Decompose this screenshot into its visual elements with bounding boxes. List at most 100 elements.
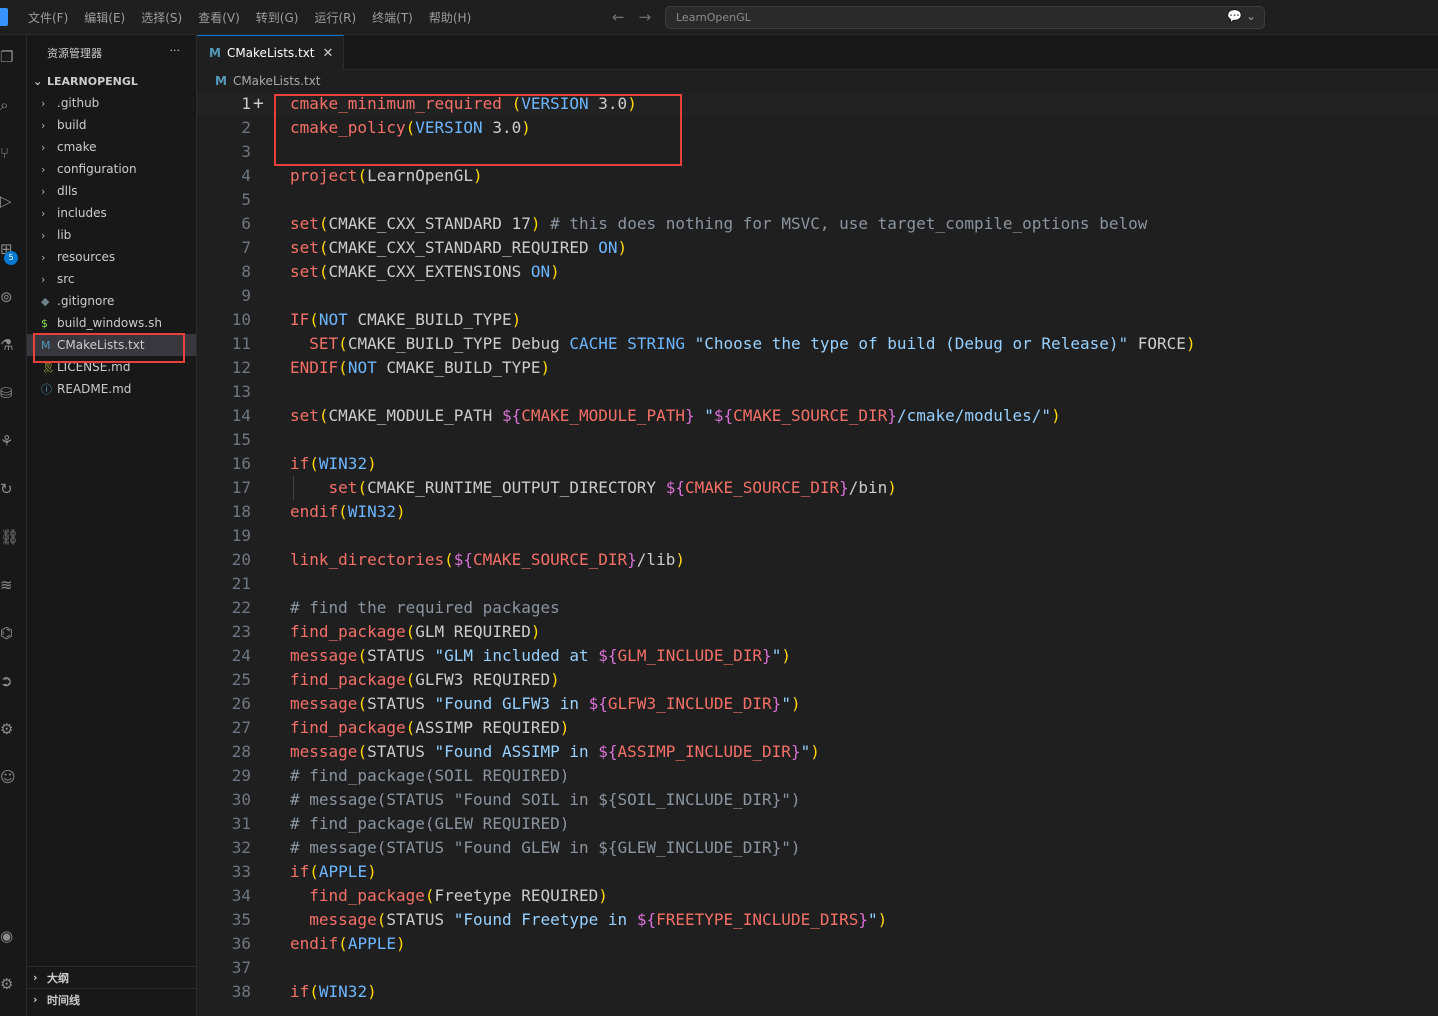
code-line[interactable]: 34 find_package(Freetype REQUIRED) xyxy=(197,884,1438,908)
testing-icon[interactable]: ⚗ xyxy=(0,337,16,353)
remote-icon[interactable]: ⊚ xyxy=(0,289,16,305)
menu-item[interactable]: 运行(R) xyxy=(306,9,364,26)
code-line[interactable]: 12 ENDIF(NOT CMAKE_BUILD_TYPE) xyxy=(197,356,1438,380)
line-number: 2 xyxy=(241,118,251,137)
code-line[interactable]: 37 xyxy=(197,956,1438,980)
tab-bar: M CMakeLists.txt ✕ xyxy=(197,35,1438,70)
layers-icon[interactable]: ≋ xyxy=(0,577,16,593)
breadcrumb[interactable]: M CMakeLists.txt xyxy=(197,70,1438,92)
code-line[interactable]: 21 xyxy=(197,572,1438,596)
tree-folder[interactable]: › lib xyxy=(27,224,196,246)
tree-file[interactable]: ◆ .gitignore xyxy=(27,290,196,312)
copilot-icon[interactable]: ☺ xyxy=(0,769,16,785)
chat-icon[interactable]: 💬 ⌄ xyxy=(1227,9,1256,23)
outline-section[interactable]: › 大纲 xyxy=(27,966,197,988)
code-line[interactable]: 28 message(STATUS "Found ASSIMP in ${ASSI… xyxy=(197,740,1438,764)
search-icon[interactable]: ⌕ xyxy=(0,97,16,113)
account-icon[interactable]: ◉ xyxy=(0,928,16,944)
tree-folder[interactable]: › resources xyxy=(27,246,196,268)
code-line[interactable]: 22 # find the required packages xyxy=(197,596,1438,620)
line-number: 25 xyxy=(231,670,251,689)
code-line[interactable]: 29 # find_package(SOIL REQUIRED) xyxy=(197,764,1438,788)
line-number: 17 xyxy=(231,478,251,497)
code-line[interactable]: 35 message(STATUS "Found Freetype in ${F… xyxy=(197,908,1438,932)
code-line[interactable]: 9 xyxy=(197,284,1438,308)
code-line[interactable]: 27 find_package(ASSIMP REQUIRED) xyxy=(197,716,1438,740)
code-line[interactable]: 38 if(WIN32) xyxy=(197,980,1438,1004)
file-type-icon: $ xyxy=(41,316,48,330)
code-line[interactable]: 6 set(CMAKE_CXX_STANDARD 17) # this does … xyxy=(197,212,1438,236)
code-line[interactable]: 33 if(APPLE) xyxy=(197,860,1438,884)
code-line[interactable]: 23 find_package(GLM REQUIRED) xyxy=(197,620,1438,644)
tree-folder[interactable]: › build xyxy=(27,114,196,136)
code-line[interactable]: 15 xyxy=(197,428,1438,452)
tree-folder[interactable]: › src xyxy=(27,268,196,290)
tab-cmakelists[interactable]: M CMakeLists.txt ✕ xyxy=(197,35,345,70)
arrow-circle-icon[interactable]: ➲ xyxy=(0,673,16,689)
code-text: if(WIN32) xyxy=(290,982,377,1001)
code-line[interactable]: 7 set(CMAKE_CXX_STANDARD_REQUIRED ON) xyxy=(197,236,1438,260)
run-debug-icon[interactable]: ▷ xyxy=(0,193,16,209)
code-line[interactable]: 20 link_directories(${CMAKE_SOURCE_DIR}/l… xyxy=(197,548,1438,572)
code-line[interactable]: 31 # find_package(GLEW REQUIRED) xyxy=(197,812,1438,836)
forward-arrow-icon[interactable]: → xyxy=(639,8,652,26)
docker-icon[interactable]: ⛁ xyxy=(0,385,16,401)
close-icon[interactable]: ✕ xyxy=(323,46,334,61)
tree-folder[interactable]: › dlls xyxy=(27,180,196,202)
code-line[interactable]: 17 set(CMAKE_RUNTIME_OUTPUT_DIRECTORY ${… xyxy=(197,476,1438,500)
settings-sync-icon[interactable]: ⚙ xyxy=(0,721,16,737)
tree-file[interactable]: $ build_windows.sh xyxy=(27,312,196,334)
sidebar-bottom-panels: › 大纲 › 时间线 xyxy=(27,966,197,1010)
code-line[interactable]: 18 endif(WIN32) xyxy=(197,500,1438,524)
tree-folder[interactable]: › includes xyxy=(27,202,196,224)
git-lens-icon[interactable]: ⚘ xyxy=(0,433,16,449)
timeline-section[interactable]: › 时间线 xyxy=(27,988,197,1010)
code-line[interactable]: 24 message(STATUS "GLM included at ${GLM_… xyxy=(197,644,1438,668)
extensions-badge: 5 xyxy=(4,251,18,265)
add-icon[interactable]: + xyxy=(253,92,269,116)
code-line[interactable]: 25 find_package(GLFW3 REQUIRED) xyxy=(197,668,1438,692)
link-icon[interactable]: ⛓ xyxy=(0,529,16,545)
menu-item[interactable]: 终端(T) xyxy=(364,9,421,26)
code-editor[interactable]: 1 cmake_minimum_required (VERSION 3.0) +2 c… xyxy=(197,92,1438,1016)
code-line[interactable]: 8 set(CMAKE_CXX_EXTENSIONS ON) xyxy=(197,260,1438,284)
code-text: SET(CMAKE_BUILD_TYPE Debug CACHE STRING … xyxy=(309,334,1196,353)
live-share-icon[interactable]: ↻ xyxy=(0,481,16,497)
code-text: # message(STATUS "Found GLEW in ${GLEW_I… xyxy=(290,838,801,857)
command-center-search[interactable]: LearnOpenGL 💬 ⌄ xyxy=(665,6,1265,29)
code-line[interactable]: 36 endif(APPLE) xyxy=(197,932,1438,956)
menu-item[interactable]: 文件(F) xyxy=(20,9,76,26)
code-line[interactable]: 14 set(CMAKE_MODULE_PATH ${CMAKE_MODULE_P… xyxy=(197,404,1438,428)
code-line[interactable]: 19 xyxy=(197,524,1438,548)
python-icon[interactable]: ⌬ xyxy=(0,625,16,641)
tree-folder[interactable]: › configuration xyxy=(27,158,196,180)
code-line[interactable]: 10 IF(NOT CMAKE_BUILD_TYPE) xyxy=(197,308,1438,332)
explorer-icon[interactable]: ❐ xyxy=(0,49,16,65)
line-number: 13 xyxy=(231,382,251,401)
code-line[interactable]: 13 xyxy=(197,380,1438,404)
code-text: # find the required packages xyxy=(290,598,560,617)
tree-folder[interactable]: › .github xyxy=(27,92,196,114)
menu-item[interactable]: 帮助(H) xyxy=(421,9,479,26)
tree-item-label: .github xyxy=(57,96,100,110)
code-line[interactable]: 4 project(LearnOpenGL) xyxy=(197,164,1438,188)
menu-item[interactable]: 查看(V) xyxy=(190,9,248,26)
menu-item[interactable]: 选择(S) xyxy=(133,9,190,26)
tree-file[interactable]: ⓘ README.md xyxy=(27,378,196,400)
code-line[interactable]: 11 SET(CMAKE_BUILD_TYPE Debug CACHE STRI… xyxy=(197,332,1438,356)
code-line[interactable]: 26 message(STATUS "Found GLFW3 in ${GLFW3… xyxy=(197,692,1438,716)
code-line[interactable]: 30 # message(STATUS "Found SOIL in ${SOIL… xyxy=(197,788,1438,812)
workspace-folder[interactable]: ⌄ LEARNOPENGL xyxy=(27,70,196,92)
tree-folder[interactable]: › cmake xyxy=(27,136,196,158)
back-arrow-icon[interactable]: ← xyxy=(612,8,625,26)
manage-gear-icon[interactable]: ⚙ xyxy=(0,976,16,992)
line-number: 10 xyxy=(231,310,251,329)
code-line[interactable]: 32 # message(STATUS "Found GLEW in ${GLEW… xyxy=(197,836,1438,860)
menu-item[interactable]: 编辑(E) xyxy=(76,9,133,26)
code-line[interactable]: 5 xyxy=(197,188,1438,212)
code-line[interactable]: 16 if(WIN32) xyxy=(197,452,1438,476)
more-actions-icon[interactable]: ··· xyxy=(170,44,181,57)
source-control-icon[interactable]: ⑂ xyxy=(0,145,16,161)
line-number: 29 xyxy=(231,766,251,785)
menu-item[interactable]: 转到(G) xyxy=(248,9,307,26)
